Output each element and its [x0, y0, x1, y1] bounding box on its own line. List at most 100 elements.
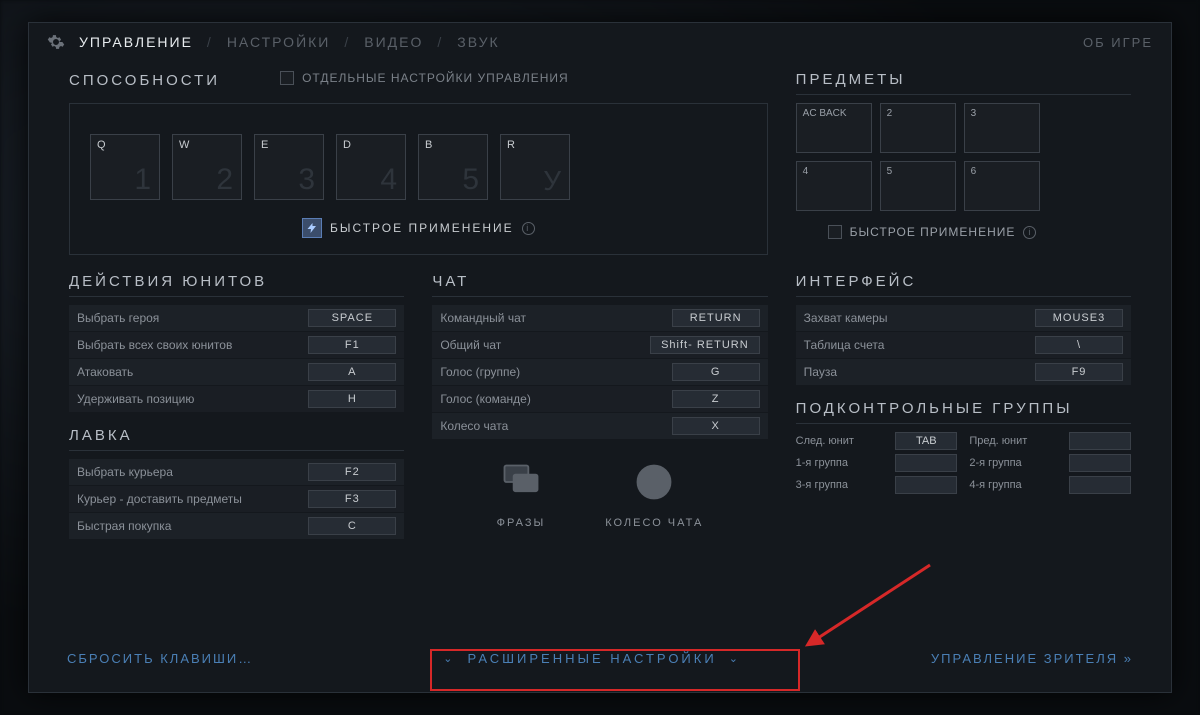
- keybind-label: Удерживать позицию: [77, 392, 194, 406]
- slot-key: R: [507, 139, 515, 151]
- item-slot[interactable]: 3: [964, 103, 1040, 153]
- ability-slot[interactable]: Q1: [90, 134, 160, 200]
- group-label: След. юнит: [796, 435, 890, 447]
- keybind-row: Выбрать курьераF2: [69, 459, 404, 486]
- about-link[interactable]: ОБ ИГРЕ: [1083, 35, 1153, 50]
- keybind-row: Командный чатRETURN: [432, 305, 767, 332]
- ability-slot[interactable]: B5: [418, 134, 488, 200]
- reset-keys-link[interactable]: СБРОСИТЬ КЛАВИШИ…: [67, 651, 253, 666]
- footer: СБРОСИТЬ КЛАВИШИ… ⌄ РАСШИРЕННЫЕ НАСТРОЙК…: [29, 627, 1171, 692]
- tab-settings[interactable]: НАСТРОЙКИ: [227, 34, 331, 50]
- keybind-value[interactable]: F1: [308, 336, 396, 354]
- quickcast-label: БЫСТРОЕ ПРИМЕНЕНИЕ: [330, 221, 514, 235]
- info-icon[interactable]: i: [1023, 226, 1036, 239]
- keybind-label: Пауза: [804, 365, 837, 379]
- keybind-value[interactable]: Z: [672, 390, 760, 408]
- info-icon[interactable]: i: [522, 222, 535, 235]
- keybind-value[interactable]: A: [308, 363, 396, 381]
- slot-key: B: [425, 139, 432, 151]
- group-label: 1-я группа: [796, 457, 890, 469]
- group-key[interactable]: [1069, 454, 1131, 472]
- group-label: 3-я группа: [796, 479, 890, 491]
- tab-video[interactable]: ВИДЕО: [364, 34, 423, 50]
- keybind-value[interactable]: F3: [308, 490, 396, 508]
- control-group-cell: 3-я группа: [796, 476, 958, 494]
- group-key[interactable]: [895, 476, 957, 494]
- tab-controls[interactable]: УПРАВЛЕНИЕ: [79, 34, 193, 50]
- topbar: УПРАВЛЕНИЕ / НАСТРОЙКИ / ВИДЕО / ЗВУК ОБ…: [29, 23, 1171, 51]
- ability-slot[interactable]: RУ: [500, 134, 570, 200]
- group-key[interactable]: [1069, 432, 1131, 450]
- keybind-value[interactable]: X: [672, 417, 760, 435]
- control-groups-title: ПОДКОНТРОЛЬНЫЕ ГРУППЫ: [796, 400, 1131, 424]
- chat-wheel-button[interactable]: КОЛЕСО ЧАТА: [605, 460, 703, 529]
- ability-slots-box: Q1W2E3D4B5RУ БЫСТРОЕ ПРИМЕНЕНИЕ i: [69, 103, 768, 255]
- keybind-row: Общий чат Shift- RETURN: [432, 332, 767, 359]
- keybind-label: Таблица счета: [804, 338, 885, 352]
- abilities-title: СПОСОБНОСТИ: [69, 72, 220, 89]
- items-quickcast-checkbox[interactable]: [828, 225, 842, 239]
- keybind-row: Пауза F9: [796, 359, 1131, 386]
- keybind-value[interactable]: H: [308, 390, 396, 408]
- keybind-label: Захват камеры: [804, 311, 888, 325]
- keybind-value[interactable]: Shift- RETURN: [650, 336, 760, 354]
- separate-controls-checkbox[interactable]: [280, 71, 294, 85]
- keybind-value[interactable]: RETURN: [672, 309, 760, 327]
- group-key[interactable]: [1069, 476, 1131, 494]
- item-slot[interactable]: 4: [796, 161, 872, 211]
- wheel-icon: [632, 460, 676, 504]
- ability-slot[interactable]: E3: [254, 134, 324, 200]
- unit-actions-title: ДЕЙСТВИЯ ЮНИТОВ: [69, 273, 404, 297]
- ability-slot[interactable]: W2: [172, 134, 242, 200]
- spectator-controls-link[interactable]: УПРАВЛЕНИЕ ЗРИТЕЛЯ »: [931, 651, 1133, 666]
- item-slot[interactable]: 5: [880, 161, 956, 211]
- keybind-value[interactable]: C: [308, 517, 396, 535]
- keybind-value[interactable]: MOUSE3: [1035, 309, 1123, 327]
- keybind-value[interactable]: G: [672, 363, 760, 381]
- slot-number: 3: [298, 163, 315, 197]
- keybind-row: Выбрать всех своих юнитовF1: [69, 332, 404, 359]
- control-group-cell: 1-я группа: [796, 454, 958, 472]
- slot-number: 2: [216, 163, 233, 197]
- advanced-settings-button[interactable]: ⌄ РАСШИРЕННЫЕ НАСТРОЙКИ ⌄: [413, 641, 771, 676]
- items-title: ПРЕДМЕТЫ: [796, 71, 1131, 95]
- keybind-value[interactable]: F9: [1035, 363, 1123, 381]
- group-label: Пред. юнит: [969, 435, 1063, 447]
- ability-slot[interactable]: D4: [336, 134, 406, 200]
- keybind-label: Голос (команде): [440, 392, 531, 406]
- abilities-section: СПОСОБНОСТИ ОТДЕЛЬНЫЕ НАСТРОЙКИ УПРАВЛЕН…: [69, 71, 768, 255]
- item-slot[interactable]: AC BACK: [796, 103, 872, 153]
- keybind-value[interactable]: SPACE: [308, 309, 396, 327]
- group-key[interactable]: [895, 454, 957, 472]
- keybind-label: Курьер - доставить предметы: [77, 492, 242, 506]
- column-mid: ЧАТ Командный чатRETURNОбщий чатShift- R…: [432, 273, 767, 540]
- group-key[interactable]: TAB: [895, 432, 957, 450]
- slot-key: W: [179, 139, 189, 151]
- phrases-button[interactable]: ФРАЗЫ: [497, 460, 546, 529]
- settings-panel: УПРАВЛЕНИЕ / НАСТРОЙКИ / ВИДЕО / ЗВУК ОБ…: [28, 22, 1172, 693]
- keybind-row: Голос (команде) Z: [432, 386, 767, 413]
- chevron-down-icon: ⌄: [729, 652, 741, 665]
- control-group-cell: 4-я группа: [969, 476, 1131, 494]
- control-group-cell: След. юнит TAB: [796, 432, 958, 450]
- item-slot[interactable]: 2: [880, 103, 956, 153]
- group-label: 4-я группа: [969, 479, 1063, 491]
- keybind-value[interactable]: \: [1035, 336, 1123, 354]
- item-slot[interactable]: 6: [964, 161, 1040, 211]
- keybind-row: Таблица счета \: [796, 332, 1131, 359]
- control-group-cell: 2-я группа: [969, 454, 1131, 472]
- keybind-row: Удерживать позицию H: [69, 386, 404, 413]
- chevron-down-icon: ⌄: [443, 652, 455, 665]
- keybind-value[interactable]: F2: [308, 463, 396, 481]
- tab-audio[interactable]: ЗВУК: [457, 34, 499, 50]
- slot-key: Q: [97, 139, 106, 151]
- items-section: ПРЕДМЕТЫ AC BACK23456 БЫСТРОЕ ПРИМЕНЕНИЕ…: [796, 71, 1131, 255]
- interface-title: ИНТЕРФЕЙС: [796, 273, 1131, 297]
- keybind-label: Общий чат: [440, 338, 501, 352]
- slot-number: 5: [462, 163, 479, 197]
- slot-number: 1: [134, 163, 151, 197]
- quickcast-icon[interactable]: [302, 218, 322, 238]
- slot-key: D: [343, 139, 351, 151]
- keybind-row: Захват камеры MOUSE3: [796, 305, 1131, 332]
- column-right: ИНТЕРФЕЙС Захват камеры MOUSE3 Таблица сче…: [796, 273, 1131, 540]
